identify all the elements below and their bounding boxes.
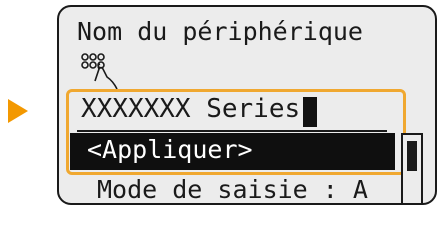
screen-title: Nom du périphérique: [77, 17, 363, 46]
input-mode-item[interactable]: Mode de saisie : A: [97, 175, 368, 203]
device-name-field[interactable]: XXXXXXX Series: [81, 94, 300, 124]
lcd-screen: Nom du périphérique XXXXXXX Series <Appl…: [57, 5, 437, 205]
keyboard-hand-icon: [81, 53, 118, 90]
apply-button-label: <Appliquer>: [87, 135, 253, 164]
scrollbar-thumb[interactable]: [407, 141, 417, 171]
scrollbar[interactable]: [401, 133, 423, 203]
pointer-arrow-icon: [8, 99, 28, 123]
field-underline: [77, 130, 387, 132]
text-cursor: [303, 97, 317, 127]
